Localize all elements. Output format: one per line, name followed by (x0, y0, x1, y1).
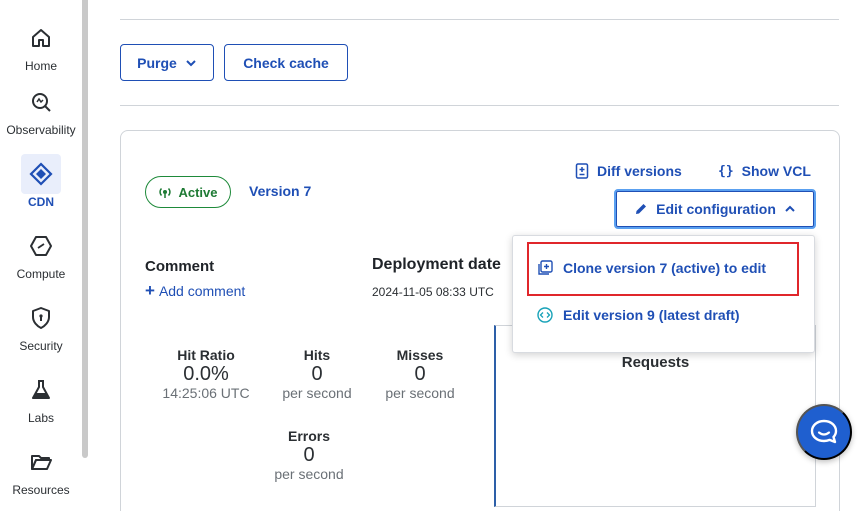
check-cache-button[interactable]: Check cache (224, 44, 348, 81)
flask-icon-wrap (21, 370, 61, 410)
toolbar-divider (120, 105, 839, 106)
chat-support-button[interactable] (796, 404, 852, 460)
sidebar-item-label: CDN (28, 195, 54, 209)
stat-label: Hit Ratio (177, 347, 235, 363)
chat-bubble-icon (810, 419, 838, 444)
requests-title: Requests (621, 354, 690, 371)
add-comment-link[interactable]: + Add comment (145, 281, 246, 300)
cdn-diamond-icon (29, 162, 53, 186)
show-vcl-label: Show VCL (741, 163, 811, 179)
chevron-up-icon (785, 205, 795, 212)
home-icon (32, 29, 50, 47)
plus-icon: + (145, 281, 155, 300)
stat-label: Misses (396, 347, 444, 363)
braces-icon: {} (718, 163, 734, 179)
purge-button-label: Purge (137, 54, 177, 71)
sidebar-scrollbar[interactable] (82, 0, 88, 458)
shield-icon-wrap (21, 298, 61, 338)
comment-title: Comment (145, 258, 215, 275)
stat-value: 0 (414, 363, 426, 385)
sidebar: Home Observability CDN Compute Security … (0, 0, 82, 511)
sidebar-item-security[interactable]: Security (0, 298, 82, 353)
magnifier-icon (32, 93, 51, 112)
cdn-icon-wrap (21, 154, 61, 194)
home-icon-wrap (21, 18, 61, 58)
folder-icon (31, 455, 52, 470)
compute-hexagon-icon (30, 236, 52, 256)
menu-item-label: Edit version 9 (latest draft) (563, 307, 740, 323)
deployment-date-title: Deployment date (372, 256, 501, 273)
sidebar-item-home[interactable]: Home (0, 18, 82, 73)
version-link[interactable]: Version 7 (249, 183, 311, 199)
show-vcl-button[interactable]: {} Show VCL (718, 163, 811, 179)
sidebar-item-labs[interactable]: Labs (0, 370, 82, 425)
diff-versions-button[interactable]: Diff versions (575, 163, 682, 179)
sidebar-item-label: Security (19, 339, 63, 353)
stat-value: 0 (311, 363, 323, 385)
stat-label: Errors (287, 428, 331, 444)
stat-misses: Misses 0 per second (365, 347, 475, 401)
status-badge-label: Active (178, 184, 218, 200)
sidebar-item-label: Observability (6, 123, 76, 137)
sidebar-item-resources[interactable]: Resources (0, 442, 82, 497)
shield-icon (32, 307, 50, 329)
stat-sub: per second (385, 385, 455, 401)
top-divider (120, 19, 839, 20)
purge-button[interactable]: Purge (120, 44, 214, 81)
compute-icon-wrap (21, 226, 61, 266)
deployment-date-value: 2024-11-05 08:33 UTC (372, 285, 494, 299)
chevron-down-icon (186, 59, 196, 66)
stat-value: 0 (303, 444, 315, 466)
stat-value: 0.0% (183, 363, 229, 385)
diff-icon (575, 163, 589, 179)
sidebar-item-label: Compute (16, 267, 66, 281)
broadcast-icon (159, 187, 172, 198)
stat-sub: per second (282, 385, 352, 401)
stat-errors: Errors 0 per second (254, 428, 364, 482)
check-cache-button-label: Check cache (243, 54, 329, 71)
stat-hits: Hits 0 per second (262, 347, 372, 401)
stat-sub: 14:25:06 UTC (162, 385, 250, 401)
add-comment-label: Add comment (158, 283, 246, 299)
sidebar-item-observability[interactable]: Observability (0, 82, 82, 137)
stat-label: Hits (303, 347, 331, 363)
sidebar-item-label: Labs (27, 411, 55, 425)
pencil-icon (636, 204, 647, 214)
folder-icon-wrap (21, 442, 61, 482)
diff-versions-label: Diff versions (597, 163, 682, 179)
stat-hit-ratio: Hit Ratio 0.0% 14:25:06 UTC (151, 347, 261, 401)
highlight-box (527, 242, 799, 296)
sidebar-item-compute[interactable]: Compute (0, 226, 82, 281)
edit-configuration-label: Edit configuration (656, 201, 776, 217)
sidebar-item-label: Resources (12, 483, 70, 497)
code-icon (537, 307, 553, 323)
flask-icon (32, 380, 50, 399)
sidebar-item-label: Home (24, 59, 57, 73)
status-badge: Active (145, 176, 231, 208)
sidebar-item-cdn[interactable]: CDN (0, 154, 82, 209)
edit-configuration-button[interactable]: Edit configuration (614, 189, 816, 229)
magnifier-icon-wrap (21, 82, 61, 122)
stat-sub: per second (274, 466, 344, 482)
menu-item-edit-draft[interactable]: Edit version 9 (latest draft) (537, 307, 740, 323)
